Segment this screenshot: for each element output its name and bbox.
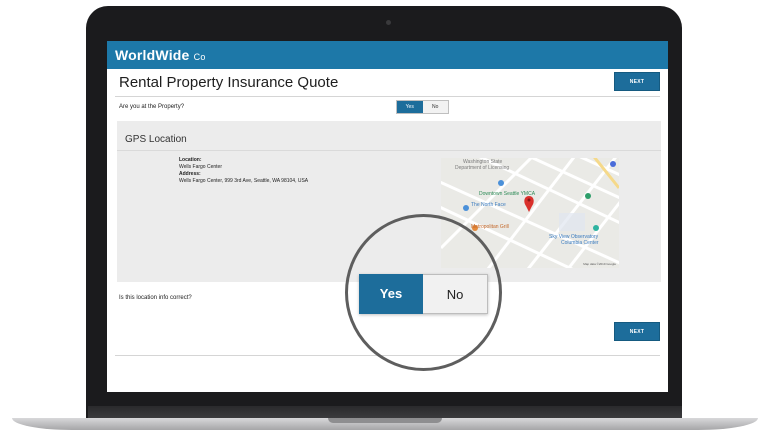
next-button-bottom[interactable]: NEXT [614, 322, 660, 341]
location-label: Location: [179, 157, 202, 163]
map-label: The North Face [471, 202, 506, 208]
at-property-question: Are you at the Property? [119, 104, 185, 110]
location-value: Wells Fargo Center [179, 164, 222, 170]
map-label: Columbia Center [561, 240, 599, 246]
location-correct-question: Is this location info correct? [119, 295, 192, 301]
location-details: Location: Wells Fargo Center Address: We… [179, 157, 308, 185]
logo-suffix: Co [193, 52, 206, 62]
gps-divider [117, 150, 661, 151]
location-correct-yes-button[interactable]: Yes [359, 274, 423, 314]
address-value: Wells Fargo Center, 999 3rd Ave, Seattle… [179, 178, 309, 184]
location-correct-toggle: Yes No [359, 274, 488, 314]
location-correct-no-button[interactable]: No [423, 274, 488, 314]
address-label: Address: [179, 171, 201, 177]
at-property-toggle: Yes No [396, 100, 449, 114]
map-label: Downtown Seattle YMCA [479, 191, 536, 197]
gps-title: GPS Location [125, 134, 187, 145]
at-property-no-button[interactable]: No [422, 101, 448, 113]
brand-logo: WorldWide Co [115, 47, 206, 63]
next-button-top[interactable]: NEXT [614, 72, 660, 91]
at-property-yes-button[interactable]: Yes [397, 101, 423, 113]
logo-main: WorldWide [115, 47, 190, 63]
map-label: Department of Licensing [455, 165, 510, 171]
map-attribution: Map data ©2019 Google [583, 262, 616, 266]
page-title: Rental Property Insurance Quote [119, 74, 339, 91]
map-label: Metropolitan Grill [471, 224, 509, 230]
camera-icon [386, 20, 391, 25]
laptop-base-notch [328, 418, 442, 423]
divider [115, 96, 660, 97]
app-header: WorldWide Co [107, 41, 668, 69]
